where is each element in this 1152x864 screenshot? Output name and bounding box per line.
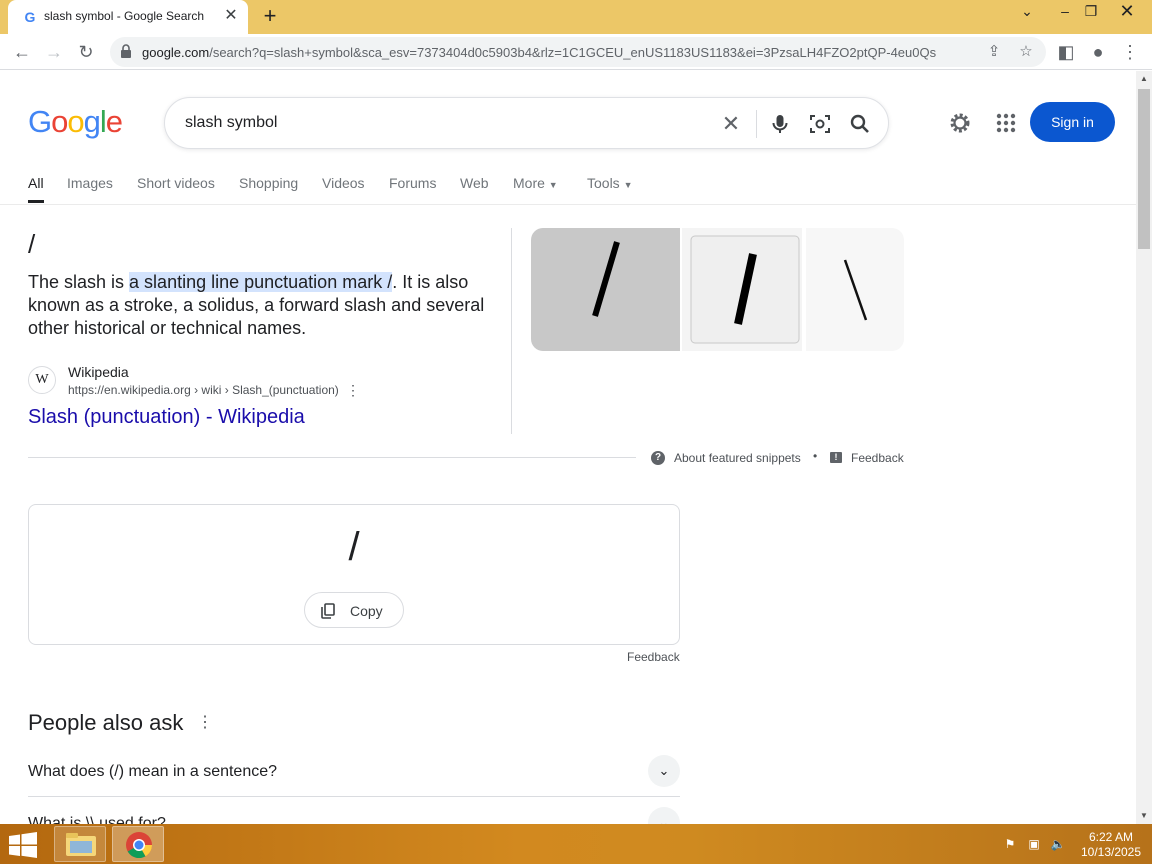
scroll-down-icon[interactable]: ▼ — [1136, 808, 1152, 824]
taskbar-clock[interactable]: 6:22 AM 10/13/2025 — [1076, 830, 1146, 860]
file-explorer-button[interactable] — [54, 826, 106, 862]
snippet-divider — [511, 228, 512, 434]
paa-menu-icon[interactable]: ⋮ — [197, 713, 213, 733]
snippet-text: The slash is a slanting line punctuation… — [28, 271, 498, 340]
lock-icon — [121, 44, 131, 58]
tab-images[interactable]: Images — [67, 175, 113, 191]
snippet-footer-divider — [28, 457, 636, 458]
symbol-card: / Copy — [28, 504, 680, 645]
search-divider — [756, 110, 757, 138]
snippet-text-before: The slash is — [28, 272, 130, 292]
clock-date: 10/13/2025 — [1080, 845, 1142, 859]
tab-all[interactable]: All — [28, 175, 44, 203]
tab-videos[interactable]: Videos — [322, 175, 365, 191]
chevron-down-icon: ⌄ — [648, 755, 680, 787]
backslash-image-3[interactable] — [806, 228, 904, 351]
forward-icon[interactable]: → — [42, 40, 66, 64]
scroll-thumb[interactable] — [1138, 89, 1150, 249]
share-icon[interactable]: ⇪ — [984, 42, 1004, 62]
snippet-images — [531, 228, 904, 351]
tab-close-icon[interactable]: ✕ — [222, 7, 240, 25]
tab-shopping[interactable]: Shopping — [239, 175, 298, 191]
browser-menu-icon[interactable]: ⋮ — [1118, 40, 1142, 64]
scroll-up-icon[interactable]: ▲ — [1136, 71, 1152, 87]
tab-tools[interactable]: Tools ▼ — [587, 175, 633, 191]
copy-button[interactable]: Copy — [304, 592, 404, 628]
source-name[interactable]: Wikipedia — [68, 364, 129, 380]
card-feedback-link[interactable]: Feedback — [627, 650, 680, 664]
windows-taskbar: ⚑ ▣ 🔈 6:22 AM 10/13/2025 — [0, 824, 1152, 864]
side-panel-icon[interactable]: ◧ — [1054, 40, 1078, 64]
wikipedia-favicon-icon[interactable]: W — [28, 366, 56, 394]
tab-more[interactable]: More ▼ — [513, 175, 558, 191]
search-icon[interactable] — [847, 111, 873, 137]
source-url[interactable]: https://en.wikipedia.org › wiki › Slash_… — [68, 383, 339, 397]
result-link[interactable]: Slash (punctuation) - Wikipedia — [28, 406, 305, 429]
copy-icon — [321, 603, 335, 619]
snippet-feedback-link[interactable]: Feedback — [851, 451, 904, 465]
tab-title: slash symbol - Google Search — [44, 9, 205, 23]
reload-icon[interactable]: ↻ — [74, 40, 98, 64]
back-icon[interactable]: ← — [10, 40, 34, 64]
slash-image-1[interactable] — [531, 228, 680, 351]
settings-gear-icon[interactable] — [947, 110, 973, 136]
caret-down-icon: ▼ — [623, 180, 633, 190]
windows-start-icon[interactable] — [8, 832, 38, 858]
address-bar[interactable]: google.com/search?q=slash+symbol&sca_esv… — [110, 37, 1046, 67]
sign-in-button[interactable]: Sign in — [1030, 102, 1115, 142]
tab-search-icon[interactable]: ⌄ — [1012, 0, 1042, 24]
paa-question-text: What does (/) mean in a sentence? — [28, 763, 278, 780]
clock-time: 6:22 AM — [1088, 830, 1134, 844]
volume-icon[interactable]: 🔈 — [1049, 836, 1067, 852]
separator-dot: • — [813, 449, 818, 463]
google-logo[interactable]: Google — [28, 104, 123, 140]
google-favicon-icon: G — [24, 9, 36, 25]
google-apps-icon[interactable] — [993, 110, 1019, 136]
tab-forums[interactable]: Forums — [389, 175, 436, 191]
copy-label: Copy — [350, 603, 383, 619]
symbol-display: / — [348, 525, 360, 569]
url-text: google.com/search?q=slash+symbol&sca_esv… — [142, 45, 936, 60]
action-center-flag-icon[interactable]: ⚑ — [1001, 836, 1019, 852]
search-input[interactable]: slash symbol — [185, 114, 277, 132]
tab-web[interactable]: Web — [460, 175, 489, 191]
slash-image-2[interactable] — [682, 228, 802, 351]
tab-short-videos[interactable]: Short videos — [137, 175, 215, 191]
search-box[interactable]: slash symbol ✕ — [164, 97, 889, 149]
tabs-divider — [0, 204, 1136, 205]
folder-icon — [66, 833, 96, 856]
chrome-taskbar-button[interactable] — [112, 826, 164, 862]
about-featured-snippets-link[interactable]: About featured snippets — [674, 451, 801, 465]
restore-icon[interactable]: ❐ — [1076, 0, 1106, 24]
voice-search-icon[interactable] — [767, 111, 793, 137]
network-icon[interactable]: ▣ — [1025, 836, 1043, 852]
url-path: /search?q=slash+symbol&sca_esv=7373404d0… — [209, 45, 937, 60]
bookmark-star-icon[interactable]: ☆ — [1016, 42, 1036, 62]
snippet-highlight: a slanting line punctuation mark / — [129, 272, 393, 292]
window-close-icon[interactable]: ✕ — [1112, 0, 1142, 24]
paa-question[interactable]: What does (/) mean in a sentence? ⌄ — [28, 745, 680, 797]
snippet-answer: / — [28, 229, 36, 259]
caret-down-icon: ▼ — [548, 180, 558, 190]
page-scrollbar[interactable]: ▲ ▼ — [1136, 71, 1152, 824]
lens-search-icon[interactable] — [807, 111, 833, 137]
profile-icon[interactable]: ● — [1086, 40, 1110, 64]
new-tab-icon[interactable]: + — [258, 4, 282, 28]
feedback-icon[interactable]: ! — [830, 452, 842, 463]
result-menu-icon[interactable]: ⋮ — [346, 381, 360, 399]
clear-search-icon[interactable]: ✕ — [718, 111, 744, 137]
browser-toolbar: ← → ↻ google.com/search?q=slash+symbol&s… — [0, 34, 1152, 70]
people-also-ask-title: People also ask — [28, 710, 184, 735]
tab-more-label: More — [513, 175, 545, 191]
help-icon[interactable]: ? — [651, 451, 665, 465]
chrome-icon — [126, 832, 153, 859]
url-host: google.com — [142, 45, 210, 60]
tab-tools-label: Tools — [587, 175, 620, 191]
browser-tab-strip: G slash symbol - Google Search ✕ + ⌄ – ❐… — [0, 0, 1152, 34]
browser-tab[interactable]: G slash symbol - Google Search ✕ — [8, 0, 248, 34]
